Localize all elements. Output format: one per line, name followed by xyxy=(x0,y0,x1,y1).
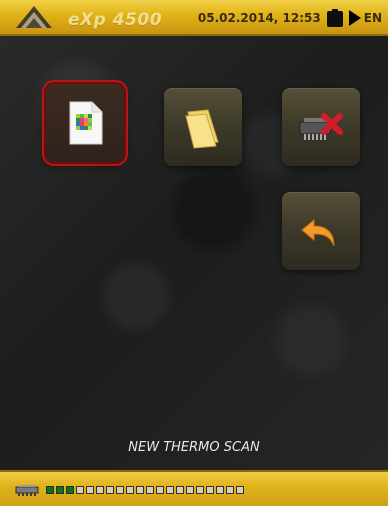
signal-cell xyxy=(106,486,114,494)
app-logo-text: eXp 4500 xyxy=(68,10,163,30)
folder-icon xyxy=(185,109,219,149)
delete-memory-button[interactable] xyxy=(282,88,360,166)
datetime: 05.02.2014, 12:53 xyxy=(197,11,321,25)
signal-cell xyxy=(216,486,224,494)
play-icon xyxy=(348,10,361,26)
bottom-status-bar xyxy=(0,470,388,506)
memory-delete-icon xyxy=(299,113,343,140)
status-area: 05.02.2014, 12:53 EN xyxy=(198,9,382,27)
new-thermo-scan-button[interactable] xyxy=(46,84,124,162)
probe-icon xyxy=(15,485,39,496)
signal-cell xyxy=(166,486,174,494)
signal-cell xyxy=(46,486,54,494)
signal-cell xyxy=(206,486,214,494)
open-files-button[interactable] xyxy=(164,88,242,166)
signal-cell xyxy=(186,486,194,494)
main-menu-area xyxy=(0,36,388,470)
signal-cell xyxy=(66,486,74,494)
thermo-scan-file-icon xyxy=(69,101,103,145)
signal-cell xyxy=(136,486,144,494)
top-status-bar: eXp 4500 05.02.2014, 12:53 EN xyxy=(0,0,388,36)
language-code: EN xyxy=(363,11,382,25)
menu-caption: NEW THERMO SCAN xyxy=(128,440,260,455)
signal-cell xyxy=(176,486,184,494)
signal-cell xyxy=(56,486,64,494)
back-icon xyxy=(301,218,335,247)
signal-cell xyxy=(146,486,154,494)
battery-icon xyxy=(326,9,343,27)
signal-cell xyxy=(236,486,244,494)
signal-cell xyxy=(96,486,104,494)
signal-cell xyxy=(76,486,84,494)
signal-cell xyxy=(226,486,234,494)
signal-cell xyxy=(126,486,134,494)
signal-cell xyxy=(116,486,124,494)
language-selector[interactable]: EN xyxy=(348,10,382,26)
device-screen: eXp 4500 05.02.2014, 12:53 EN NEW THERMO… xyxy=(0,0,388,506)
app-logo: eXp 4500 xyxy=(14,4,164,30)
signal-strength-indicator xyxy=(46,486,244,494)
signal-cell xyxy=(86,486,94,494)
signal-cell xyxy=(196,486,204,494)
back-button[interactable] xyxy=(282,192,360,270)
signal-cell xyxy=(156,486,164,494)
